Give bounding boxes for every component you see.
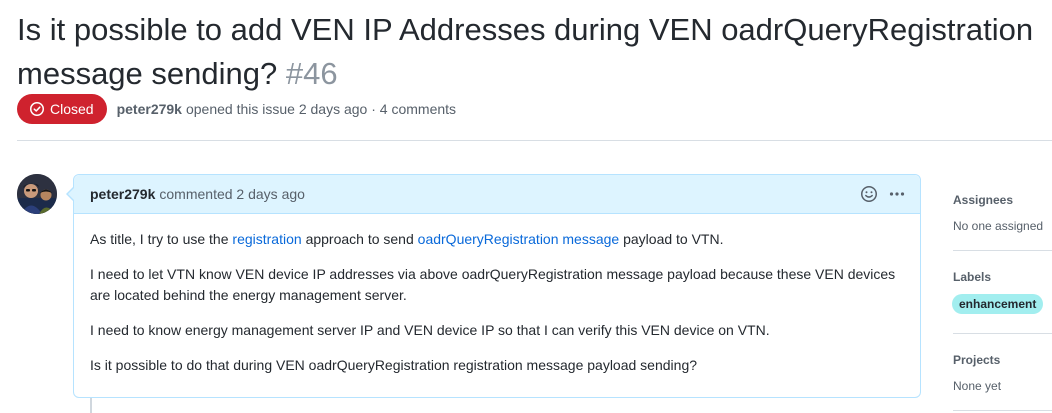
comment-header: peter279k commented 2 days ago (74, 175, 920, 214)
sidebar-projects: Projects None yet (953, 351, 1052, 395)
issue-number: #46 (285, 56, 338, 91)
comment-paragraph-1: As title, I try to use the registration … (90, 229, 904, 250)
timeline-line (90, 396, 92, 413)
comment-paragraph-2: I need to let VTN know VEN device IP add… (90, 266, 896, 303)
sidebar-divider (953, 333, 1052, 334)
comment-box: peter279k commented 2 days ago As title,… (66, 174, 921, 398)
comment-options-button[interactable] (888, 185, 906, 203)
comment-timestamp[interactable]: commented 2 days ago (159, 186, 305, 202)
comment-paragraph-4: Is it possible to do that during VEN oad… (90, 357, 698, 373)
projects-value: None yet (953, 379, 1002, 393)
sidebar-divider (953, 410, 1052, 411)
status-badge: Closed (17, 94, 107, 124)
avatar-photo (17, 174, 57, 214)
status-badge-label: Closed (50, 101, 94, 117)
add-reaction-button[interactable] (860, 185, 878, 203)
comment-actions (860, 185, 906, 203)
avatar[interactable] (17, 174, 57, 214)
registration-link[interactable]: registration (232, 231, 301, 247)
projects-heading[interactable]: Projects (953, 351, 1052, 369)
label-enhancement[interactable]: enhancement (952, 294, 1044, 314)
issue-opened-text: opened this issue 2 days ago · 4 comment… (185, 101, 457, 117)
header-divider (17, 140, 1052, 141)
comment-author-link[interactable]: peter279k (90, 186, 155, 202)
smiley-icon (861, 186, 877, 202)
assignees-heading[interactable]: Assignees (953, 191, 1052, 209)
issue-closed-icon (30, 102, 44, 116)
assignees-value: No one assigned (953, 219, 1044, 233)
issue-author-link[interactable]: peter279k (117, 101, 182, 117)
issue-title-text: Is it possible to add VEN IP Addresses d… (17, 12, 1034, 47)
sidebar-labels: Labels enhancement (952, 268, 1052, 314)
comment-text: As title, I try to use the (90, 231, 229, 247)
comment-text: approach to send (305, 231, 414, 247)
sidebar-divider (953, 250, 1052, 251)
comment-text: payload to VTN. (623, 231, 724, 247)
kebab-horizontal-icon (889, 192, 905, 196)
issue-meta: Closed peter279k opened this issue 2 day… (17, 94, 456, 124)
comment-body: As title, I try to use the registration … (74, 214, 920, 376)
comment-paragraph-3: I need to know energy management server … (90, 322, 770, 338)
labels-heading[interactable]: Labels (953, 268, 1052, 286)
oadr-query-registration-link[interactable]: oadrQueryRegistration message (418, 231, 620, 247)
issue-title: Is it possible to add VEN IP Addresses d… (17, 8, 1052, 96)
issue-title-text-line2: message sending? (17, 56, 278, 91)
sidebar-assignees: Assignees No one assigned (953, 191, 1052, 235)
